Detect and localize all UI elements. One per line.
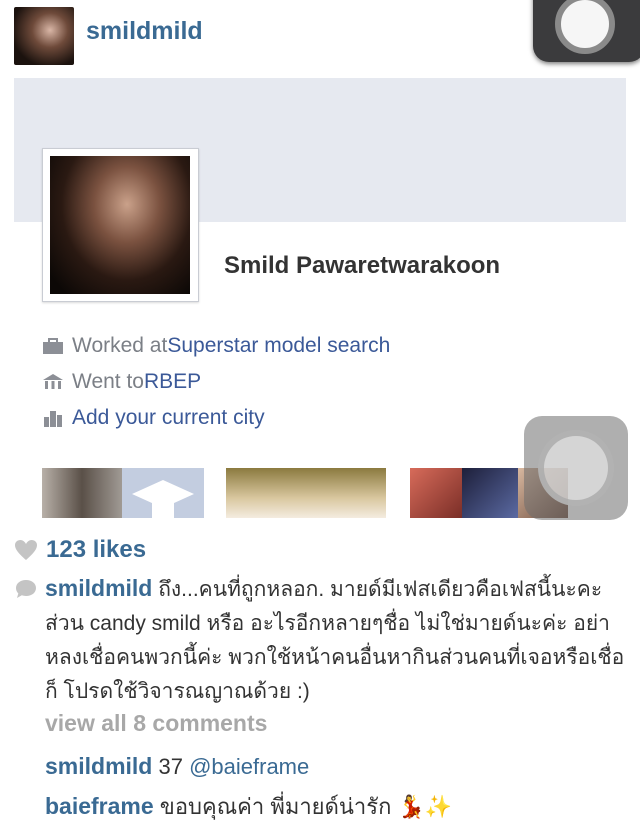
fb-info-work: Worked at Superstar model search	[42, 333, 390, 359]
comment-row: baieframe ขอบคุณค่า พี่มายด์น่ารัก 💃✨	[45, 793, 453, 819]
fb-friend-photo	[410, 468, 462, 518]
fb-school-link[interactable]: RBEP	[144, 370, 201, 394]
comment-username[interactable]: smildmild	[45, 753, 152, 779]
likes-row: 123 likes	[14, 536, 146, 564]
mention-link[interactable]: @baieframe	[189, 754, 309, 779]
briefcase-icon	[43, 338, 63, 354]
fb-info-school: Went to RBEP	[42, 369, 201, 395]
fb-info-city: Add your current city	[42, 405, 265, 431]
fb-add-city-link[interactable]: Add your current city	[72, 406, 265, 430]
comment-row: smildmild 37 @baieframe	[45, 753, 310, 779]
graduation-cap-icon	[132, 480, 194, 518]
fb-work-link[interactable]: Superstar model search	[167, 334, 390, 358]
comment-username[interactable]: baieframe	[45, 793, 154, 819]
assistive-touch-button[interactable]	[524, 416, 628, 520]
likes-count[interactable]: 123 likes	[46, 536, 146, 564]
comment-bubble-icon	[16, 580, 36, 598]
heart-icon	[15, 540, 37, 560]
fb-photo-thumbnail	[42, 468, 122, 518]
fb-friend-photo	[226, 468, 386, 518]
fb-friend-photo	[462, 468, 518, 518]
caption-username[interactable]: smildmild	[45, 575, 152, 601]
fb-profile-photo	[50, 156, 190, 294]
header-username[interactable]: smildmild	[86, 17, 203, 46]
view-all-comments-link[interactable]: view all 8 comments	[45, 710, 267, 737]
assistive-touch-button[interactable]	[533, 0, 640, 62]
city-icon	[44, 411, 62, 427]
fb-profile-name: Smild Pawaretwarakoon	[224, 252, 501, 279]
fb-education-thumbnail	[122, 468, 204, 518]
school-icon	[43, 374, 63, 389]
post-caption: smildmild ถึง...คนที่ถูกหลอก. มายด์มีเฟส…	[45, 571, 635, 709]
header-avatar[interactable]	[14, 7, 74, 65]
